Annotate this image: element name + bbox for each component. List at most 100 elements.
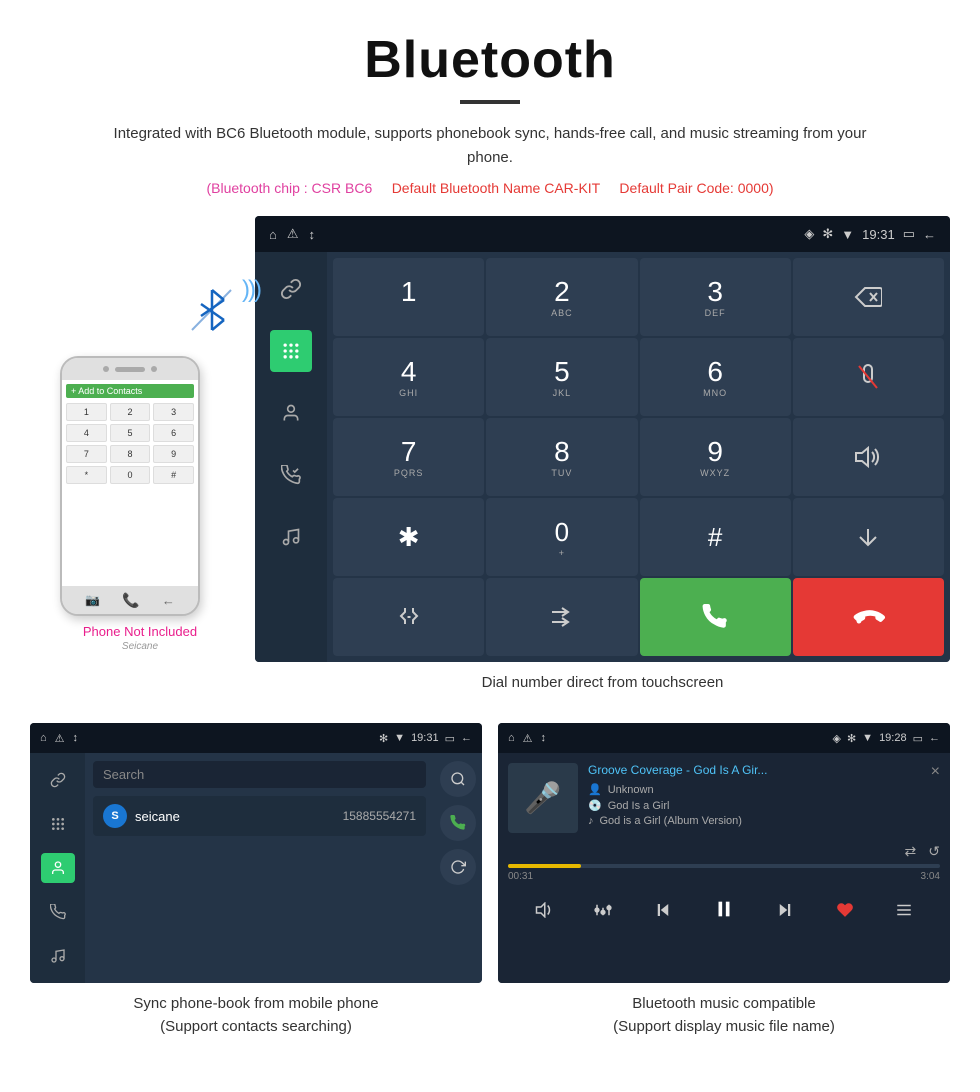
dial-key-6[interactable]: 6 MNO — [640, 338, 791, 416]
music-caption-line2: (Support display music file name) — [613, 1018, 835, 1035]
music-bt-icon: ◈ — [832, 732, 840, 745]
volume-control[interactable] — [535, 902, 553, 923]
artist-icon: 👤 — [588, 783, 602, 796]
pb-contact-row[interactable]: S seicane 15885554271 — [93, 796, 426, 836]
pb-link-icon[interactable] — [41, 765, 75, 795]
phone-key-2: 2 — [110, 403, 151, 421]
pb-contact-name: seicane — [135, 809, 335, 824]
phone-call-button[interactable]: 📞 — [122, 592, 139, 609]
back-icon[interactable]: ← — [923, 227, 936, 242]
pb-search-action[interactable] — [440, 761, 476, 797]
pb-call-action[interactable] — [440, 805, 476, 841]
phone-mockup: + Add to Contacts 1 2 3 4 5 6 7 8 9 * 0 … — [60, 356, 200, 616]
phone-side: ))) + Add to Contacts 1 2 3 4 — [30, 216, 250, 652]
playlist-button[interactable] — [895, 901, 913, 924]
progress-bar-container[interactable]: 00:31 3:04 — [498, 864, 950, 882]
end-call-button[interactable] — [793, 578, 944, 656]
phone-bottom-bar: 📷 📞 ← — [62, 586, 198, 614]
sidebar-link-icon[interactable] — [270, 268, 312, 310]
add-contact-bar: + Add to Contacts — [66, 384, 194, 398]
car-status-bar: ⌂ ⚠ ↕ ◈ ✻ ▼ 19:31 ▭ ← — [255, 216, 950, 252]
dial-caption: Dial number direct from touchscreen — [255, 662, 950, 703]
phonebook-caption-line2: (Support contacts searching) — [160, 1018, 352, 1035]
phone-illustration: ))) + Add to Contacts 1 2 3 4 — [40, 276, 240, 616]
pb-status-bar: ⌂ ⚠ ↕ ✻ ▼ 19:31 ▭ ← — [30, 723, 482, 753]
pb-time: 19:31 — [411, 732, 439, 744]
equalizer-control[interactable] — [594, 902, 612, 923]
music-battery-icon: ▭ — [913, 732, 923, 745]
sidebar-dialpad-icon[interactable] — [270, 330, 312, 372]
mute-key[interactable] — [793, 338, 944, 416]
dial-key-7[interactable]: 7 PQRS — [333, 418, 484, 496]
dial-key-0[interactable]: 0 + — [486, 498, 637, 576]
pb-battery-icon: ▭ — [445, 732, 455, 745]
pb-bt-icon: ✻ — [379, 732, 388, 745]
dial-key-2[interactable]: 2 ABC — [486, 258, 637, 336]
pb-search-bar[interactable]: Search — [93, 761, 426, 788]
play-pause-button[interactable] — [713, 898, 735, 926]
call-button[interactable] — [640, 578, 791, 656]
dial-key-5[interactable]: 5 JKL — [486, 338, 637, 416]
progress-background — [508, 864, 940, 868]
music-bt2-icon: ✻ — [847, 732, 856, 745]
prev-track-button[interactable] — [654, 901, 672, 924]
pb-call-icon[interactable] — [41, 897, 75, 927]
status-bar-right: ◈ ✻ ▼ 19:31 ▭ ← — [804, 226, 936, 242]
pb-contact-avatar: S — [103, 804, 127, 828]
phone-key-4: 4 — [66, 424, 107, 442]
phone-key-6: 6 — [153, 424, 194, 442]
pb-warn-icon: ⚠ — [55, 732, 65, 745]
dial-key-star[interactable]: ✱ — [333, 498, 484, 576]
pb-back-icon[interactable]: ← — [461, 732, 472, 744]
music-song: ♪ God is a Girl (Album Version) — [588, 815, 921, 827]
music-close-button[interactable]: × — [931, 763, 940, 781]
music-home-icon: ⌂ — [508, 732, 515, 744]
pb-wifi-icon: ▼ — [394, 732, 405, 744]
merge-key[interactable] — [333, 578, 484, 656]
pb-dialpad-icon[interactable] — [41, 809, 75, 839]
page-header: Bluetooth Integrated with BC6 Bluetooth … — [0, 0, 980, 206]
sidebar-call-icon[interactable] — [270, 454, 312, 496]
dial-key-4[interactable]: 4 GHI — [333, 338, 484, 416]
phone-key-5: 5 — [110, 424, 151, 442]
dial-key-9[interactable]: 9 WXYZ — [640, 418, 791, 496]
repeat-icon[interactable]: ↺ — [928, 843, 940, 860]
volume-key[interactable] — [793, 418, 944, 496]
phone-sensor-dot — [151, 366, 157, 372]
music-player-screen: ⌂ ⚠ ↕ ◈ ✻ ▼ 19:28 ▭ ← 🎤 — [498, 723, 950, 983]
music-warn-icon: ⚠ — [523, 732, 533, 745]
pb-music-icon[interactable] — [41, 941, 75, 971]
shuffle-icon[interactable]: ⇄ — [905, 843, 917, 860]
spec-name: Default Bluetooth Name CAR-KIT — [392, 180, 600, 196]
music-back-icon[interactable]: ← — [929, 732, 940, 744]
phone-camera-dot — [103, 366, 109, 372]
pb-contacts-icon[interactable] — [41, 853, 75, 883]
phone-top-bar — [62, 358, 198, 380]
next-track-button[interactable] — [776, 901, 794, 924]
dial-key-3[interactable]: 3 DEF — [640, 258, 791, 336]
favorite-button[interactable] — [836, 901, 854, 924]
music-time: 19:28 — [879, 732, 907, 744]
phone-dialpad: 1 2 3 4 5 6 7 8 9 * 0 # — [66, 403, 194, 484]
phone-screen: + Add to Contacts 1 2 3 4 5 6 7 8 9 * 0 … — [62, 380, 198, 586]
clock-display: 19:31 — [862, 227, 895, 242]
home-icon[interactable]: ⌂ — [269, 227, 277, 242]
sidebar-contacts-icon[interactable] — [270, 392, 312, 434]
dial-key-hash[interactable]: # — [640, 498, 791, 576]
sidebar-music-icon[interactable] — [270, 516, 312, 558]
dial-key-1[interactable]: 1 — [333, 258, 484, 336]
music-wifi-icon: ▼ — [862, 732, 873, 744]
gps-icon: ◈ — [804, 226, 814, 242]
dial-key-8[interactable]: 8 TUV — [486, 418, 637, 496]
battery-icon: ▭ — [903, 226, 915, 242]
backspace-key[interactable] — [793, 258, 944, 336]
title-divider — [460, 100, 520, 104]
pb-main: Search S seicane 15885554271 — [85, 753, 434, 983]
music-artist: 👤 Unknown — [588, 783, 921, 796]
page-title: Bluetooth — [60, 30, 920, 90]
phone-key-1: 1 — [66, 403, 107, 421]
swap-key[interactable] — [793, 498, 944, 576]
pb-sync-action[interactable] — [440, 849, 476, 885]
transfer-key[interactable] — [486, 578, 637, 656]
car-sidebar — [255, 252, 327, 662]
